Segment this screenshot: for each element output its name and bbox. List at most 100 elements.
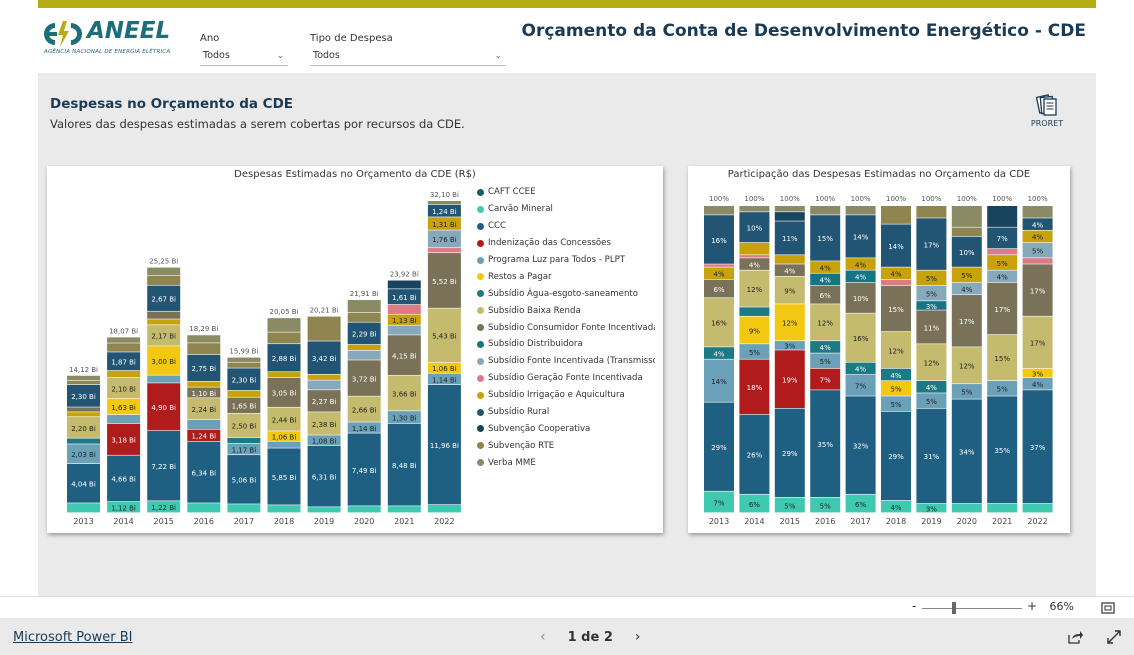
legend-item[interactable]: Programa Luz para Todos - PLPT	[477, 252, 655, 269]
data-label: 2,20 Bi	[71, 425, 96, 433]
bar-segment	[704, 264, 734, 267]
slicer-tipo-dropdown[interactable]: Todos ⌄	[310, 50, 506, 66]
data-label: 11%	[924, 324, 940, 332]
data-label: 1,31 Bi	[432, 221, 457, 229]
data-label: 9%	[749, 327, 760, 335]
legend-item[interactable]: Subsídio Irrigação e Aquicultura	[477, 387, 655, 404]
legend-item[interactable]: Subvenção Cooperativa	[477, 420, 655, 437]
data-label: 3,42 Bi	[312, 355, 337, 363]
legend-item[interactable]: Subsídio Consumidor Fonte Incentivada	[477, 319, 655, 336]
legend-item[interactable]: Subsídio Distribuidora	[477, 336, 655, 353]
bar-segment	[387, 304, 421, 314]
zoom-out-button[interactable]: -	[912, 599, 916, 613]
data-label: 6%	[713, 286, 724, 294]
chevron-down-icon[interactable]: ⌄	[276, 51, 284, 61]
x-tick-label: 2017	[234, 517, 254, 526]
data-label: 4%	[926, 384, 937, 392]
chevron-left-icon[interactable]: ‹	[540, 629, 546, 645]
legend-label: CCC	[488, 221, 507, 232]
legend-item[interactable]: Subsídio Água-esgoto-saneamento	[477, 285, 655, 302]
data-label: 16%	[711, 237, 727, 245]
bar-segment	[267, 318, 301, 332]
legend-item[interactable]: Indenização das Concessões	[477, 235, 655, 252]
slicer-ano[interactable]: Ano Todos ⌄	[200, 33, 288, 66]
bar-segment	[1022, 258, 1053, 264]
data-label: 15%	[817, 235, 833, 243]
legend-item[interactable]: CCC	[477, 218, 655, 235]
data-label: 31%	[924, 453, 940, 461]
total-label: 100%	[851, 195, 871, 203]
data-label: 4%	[961, 286, 972, 294]
zoom-slider-track[interactable]	[922, 608, 1022, 609]
data-label: 4%	[855, 274, 866, 282]
data-label: 6%	[820, 292, 831, 300]
legend-label: Subvenção Cooperativa	[488, 423, 591, 434]
data-label: 9%	[784, 287, 795, 295]
bar-segment	[147, 275, 181, 285]
data-label: 4,66 Bi	[111, 476, 136, 484]
data-label: 7,22 Bi	[151, 463, 176, 471]
data-label: 1,24 Bi	[432, 208, 457, 216]
data-label: 1,17 Bi	[232, 446, 257, 454]
footer-bar: Microsoft Power BI ‹ 1 de 2 ›	[0, 618, 1134, 655]
data-label: 12%	[782, 320, 798, 328]
bar-segment	[187, 503, 221, 513]
chevron-right-icon[interactable]: ›	[635, 629, 641, 645]
total-label: 100%	[744, 195, 764, 203]
bar-segment	[881, 279, 911, 286]
fullscreen-icon[interactable]	[1106, 629, 1122, 645]
legend-item[interactable]: Subsídio Rural	[477, 404, 655, 421]
bar-segment	[916, 206, 947, 218]
legend-item[interactable]: Verba MME	[477, 454, 655, 471]
total-label: 20,21 Bi	[310, 307, 339, 315]
data-label: 1,06 Bi	[432, 365, 457, 373]
legend-item[interactable]: Subsídio Geração Fonte Incentivada	[477, 370, 655, 387]
legend-label: Indenização das Concessões	[488, 238, 611, 249]
data-label: 4%	[1032, 234, 1043, 242]
legend-label: Subsídio Fonte Incentivada (Transmissor.…	[488, 356, 655, 367]
data-label: 5%	[997, 260, 1008, 268]
bar-segment	[845, 206, 876, 215]
legend-label: Subsídio Rural	[488, 407, 550, 418]
power-bi-link[interactable]: Microsoft Power BI	[13, 630, 132, 645]
bar-segment	[739, 242, 770, 255]
data-label: 3,18 Bi	[111, 437, 136, 445]
legend-item[interactable]: Subvenção RTE	[477, 437, 655, 454]
data-label: 1,61 Bi	[392, 294, 417, 302]
bar-segment	[147, 311, 181, 319]
data-label: 29%	[782, 450, 798, 458]
total-label: 100%	[886, 195, 906, 203]
stacked-bar-chart-percent: 7% 29% 14% 4% 16% 6% 4% 16% 100% 2013 6% 26% 18% 5% 9%…	[704, 195, 1053, 526]
slicer-ano-dropdown[interactable]: Todos ⌄	[200, 50, 288, 66]
total-label: 25,25 Bi	[149, 258, 178, 266]
accent-bar	[38, 0, 1096, 8]
data-label: 4%	[749, 261, 760, 269]
share-icon[interactable]	[1067, 629, 1083, 645]
legend-item[interactable]: CAFT CCEE	[477, 184, 655, 201]
data-label: 2,03 Bi	[71, 451, 96, 459]
bar-segment	[267, 332, 301, 344]
bar-segment	[774, 255, 805, 264]
legend-item[interactable]: Carvão Mineral	[477, 201, 655, 218]
data-label: 10%	[959, 249, 975, 257]
fit-to-page-icon[interactable]	[1101, 602, 1115, 614]
slicer-tipo-despesa[interactable]: Tipo de Despesa Todos ⌄	[310, 33, 506, 66]
bar-segment	[307, 507, 341, 513]
zoom-slider-handle[interactable]	[952, 602, 956, 614]
legend-swatch	[477, 205, 484, 213]
x-tick-label: 2019	[921, 517, 941, 526]
aneel-logo-icon	[44, 21, 82, 47]
legend-item[interactable]: Subsídio Fonte Incentivada (Transmissor.…	[477, 353, 655, 370]
report-header: ANEEL AGÊNCIA NACIONAL DE ENERGIA ELÉTRI…	[38, 8, 1096, 73]
slicer-ano-label: Ano	[200, 33, 220, 44]
data-label: 37%	[1030, 444, 1046, 452]
data-label: 5%	[926, 275, 937, 283]
bar-segment	[67, 503, 100, 513]
legend-item[interactable]: Restos a Pagar	[477, 268, 655, 285]
data-label: 5%	[890, 386, 901, 394]
legend-item[interactable]: Subsídio Baixa Renda	[477, 302, 655, 319]
chevron-down-icon[interactable]: ⌄	[494, 51, 502, 61]
zoom-in-button[interactable]: +	[1027, 599, 1037, 613]
data-label: 17%	[924, 241, 940, 249]
proret-button[interactable]: PRORET	[1022, 93, 1072, 128]
